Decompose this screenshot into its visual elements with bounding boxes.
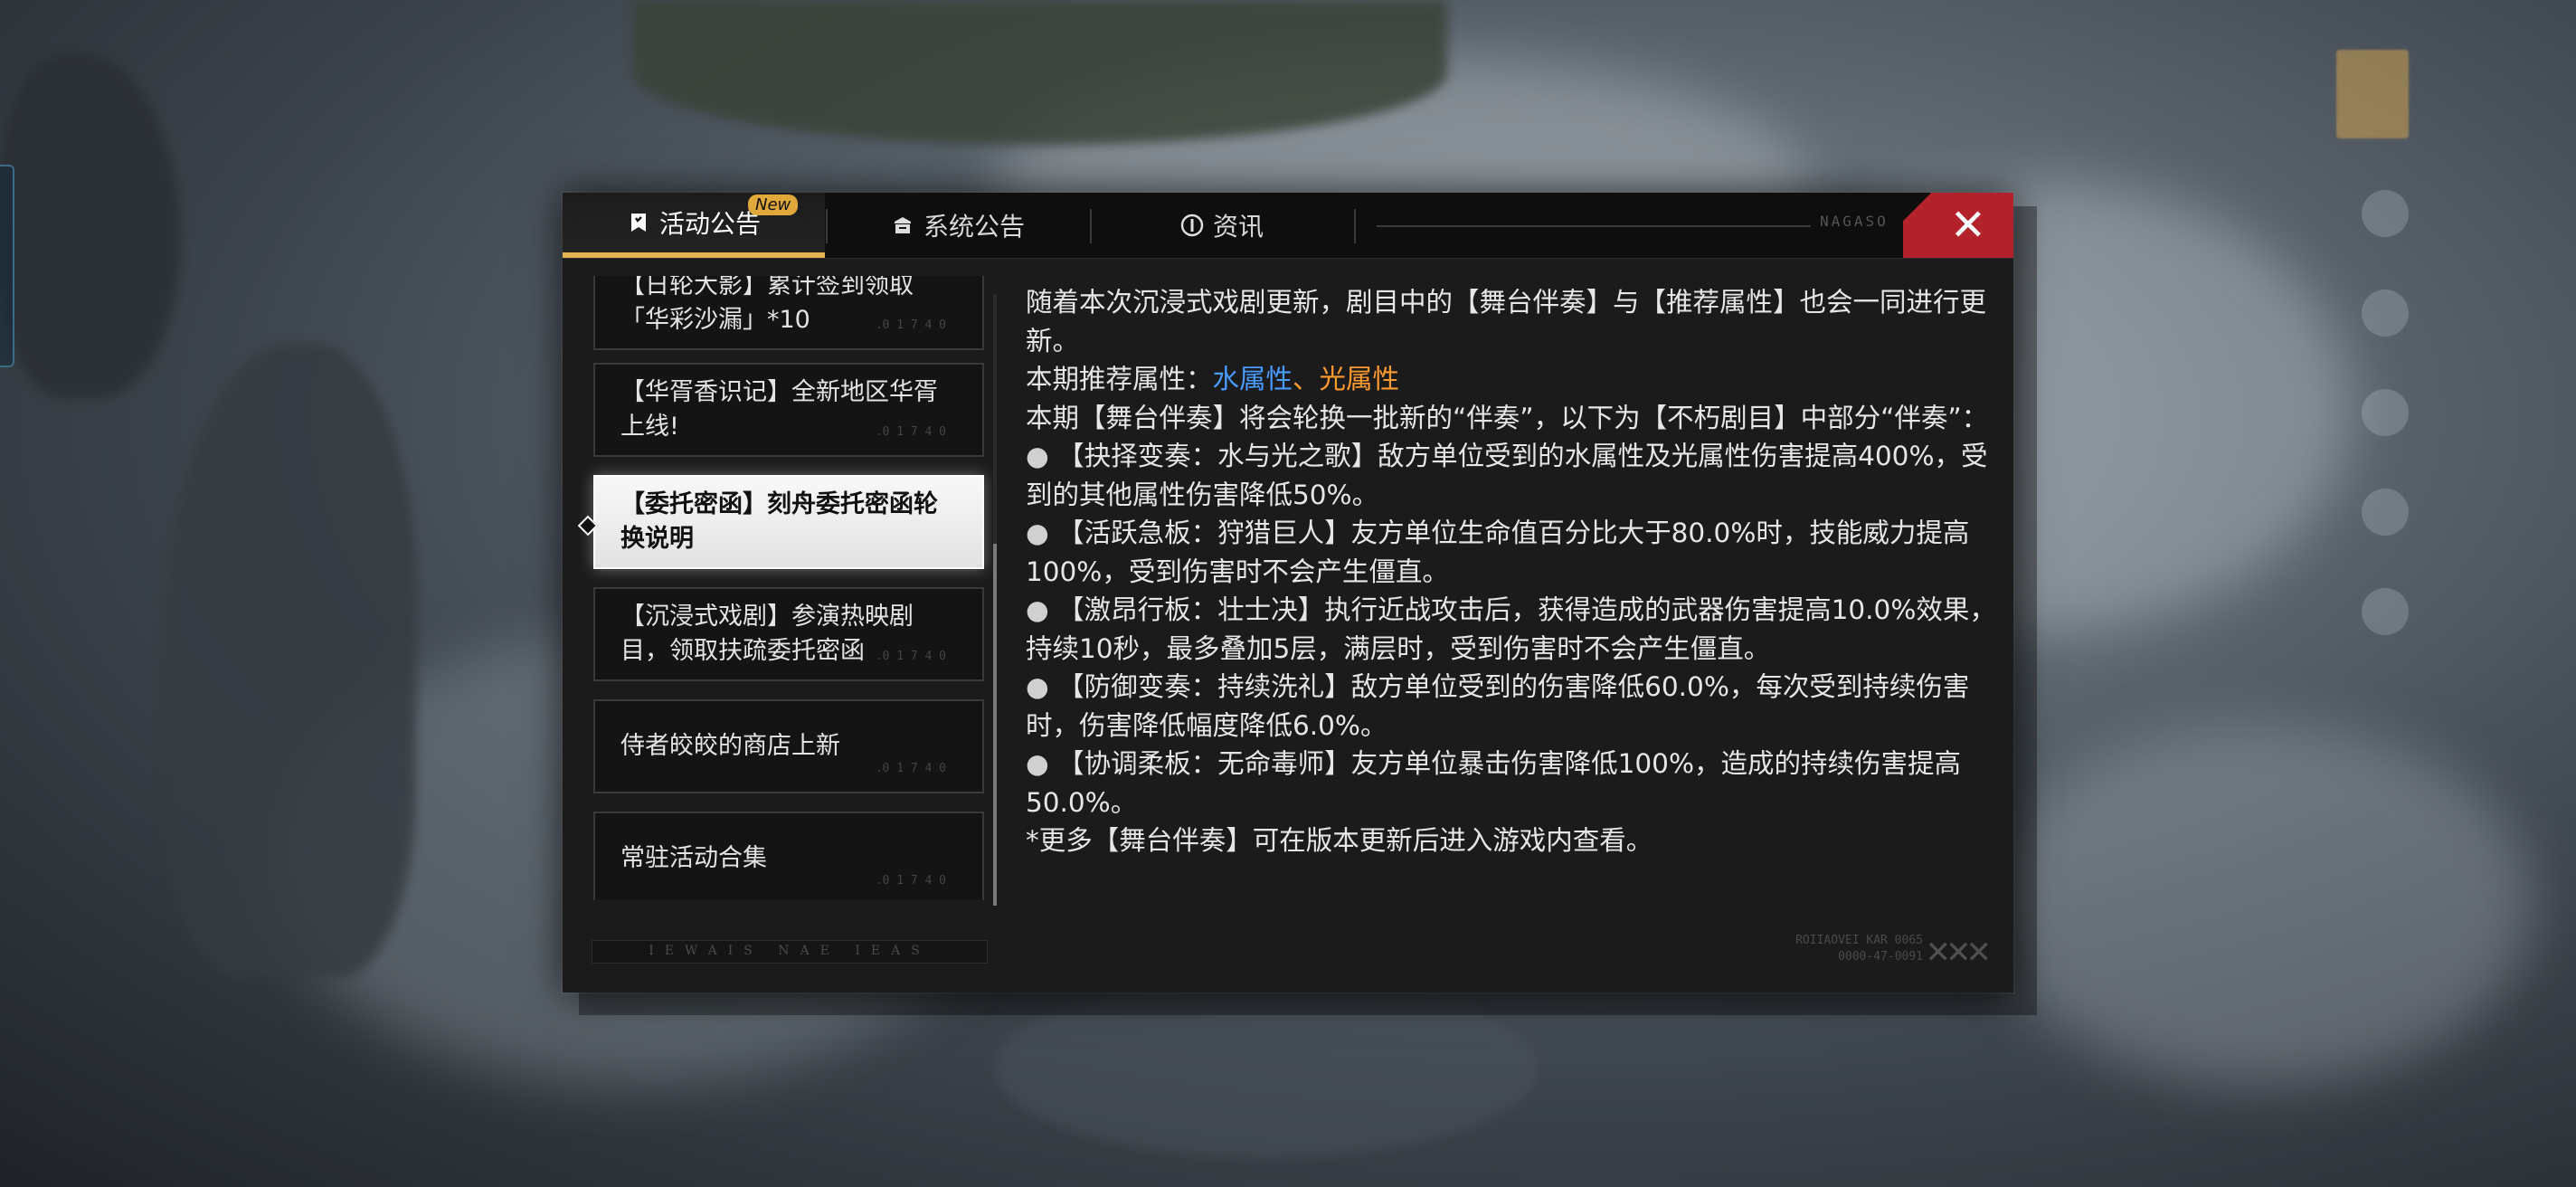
sidebar-footer-deco: IEWAIS NAE IEAS	[592, 940, 988, 964]
dialog-footer-logo: ✕✕✕	[1925, 935, 1993, 971]
tab-event-announcement[interactable]: 活动公告 New	[563, 193, 825, 258]
bullet-item: ● 【防御变奏：持续洗礼】敌方单位受到的伤害降低60.0%，每次受到持续伤害时，…	[1026, 668, 1999, 745]
item-stamp: .0 1 7 4 0	[875, 762, 946, 775]
list-item-title: 侍者皎皎的商店上新	[620, 732, 840, 760]
bullet-icon: ●	[1026, 518, 1049, 548]
content-intro: 随着本次沉浸式戏剧更新，剧目中的【舞台伴奏】与【推荐属性】也会一同进行更新。	[1026, 287, 1987, 356]
bullet-text: 【活跃急板：狩猎巨人】友方单位生命值百分比大于80.0%时，技能威力提高100%…	[1026, 518, 1970, 587]
tab-label: 系统公告	[923, 212, 1025, 242]
bullet-item: ● 【激昂行板：壮士决】执行近战攻击后，获得造成的武器伤害提高10.0%效果，持…	[1026, 591, 1999, 668]
list-item[interactable]: 常驻活动合集 .0 1 7 4 0	[593, 812, 984, 900]
bullet-item: ● 【抉择变奏：水与光之歌】敌方单位受到的水属性及光属性伤害提高400%，受到的…	[1026, 437, 1999, 514]
side-menu-icon	[2362, 389, 2409, 436]
bullet-icon: ●	[1026, 671, 1049, 702]
rotation-text: 本期【舞台伴奏】将会轮换一批新的“伴奏”，以下为【不朽剧目】中部分“伴奏”：	[1026, 402, 1989, 433]
bullet-text: 【激昂行板：壮士决】执行近战攻击后，获得造成的武器伤害提高10.0%效果，持续1…	[1026, 594, 1996, 664]
list-item[interactable]: 【华胥香识记】全新地区华胥上线! .0 1 7 4 0	[593, 363, 984, 457]
announcement-content[interactable]: 随着本次沉浸式戏剧更新，剧目中的【舞台伴奏】与【推荐属性】也会一同进行更新。 本…	[1026, 283, 1999, 951]
list-item-title: 常驻活动合集	[620, 844, 767, 872]
close-button[interactable]: ✕	[1903, 193, 2013, 258]
light-attribute: 光属性	[1319, 364, 1400, 394]
bullet-text: 【协调柔板：无命毒师】友方单位暴击伤害降低100%，造成的持续伤害提高50.0%…	[1026, 748, 1961, 818]
tab-decoration-line	[1377, 225, 1811, 227]
tab-system-announcement[interactable]: 系统公告	[827, 193, 1089, 258]
list-item[interactable]: 【日轮大影】累计签到领取「华彩沙漏」*10 .0 1 7 4 0	[593, 276, 984, 350]
building-icon	[891, 214, 914, 237]
bullet-icon: ●	[1026, 594, 1049, 625]
side-drawer-handle[interactable]	[0, 165, 14, 367]
announcement-dialog: 活动公告 New 系统公告 资讯 NAGASO ✕ 【日轮大影】累计签到领取「华…	[563, 193, 2013, 992]
tab-label: 资讯	[1212, 212, 1264, 242]
bullet-icon: ●	[1026, 441, 1049, 471]
list-item[interactable]: 侍者皎皎的商店上新 .0 1 7 4 0	[593, 699, 984, 793]
bullet-text: 【防御变奏：持续洗礼】敌方单位受到的伤害降低60.0%，每次受到持续伤害时，伤害…	[1026, 671, 1970, 741]
list-item-selected[interactable]: 【委托密函】刻舟委托密函轮换说明	[593, 475, 984, 569]
bullet-icon: ●	[1026, 748, 1049, 779]
bookmark-icon	[627, 211, 650, 234]
new-badge: New	[748, 195, 799, 215]
bullet-item: ● 【协调柔板：无命毒师】友方单位暴击伤害降低100%，造成的持续伤害提高50.…	[1026, 745, 1999, 821]
tab-bar: 活动公告 New 系统公告 资讯 NAGASO ✕	[563, 193, 2013, 259]
rec-label: 本期推荐属性：	[1026, 364, 1213, 394]
water-attribute: 水属性	[1212, 364, 1293, 394]
side-menu-icon	[2362, 190, 2409, 237]
announcement-list[interactable]: 【日轮大影】累计签到领取「华彩沙漏」*10 .0 1 7 4 0 【华胥香识记】…	[581, 276, 992, 900]
dialog-footer-stamp: ROIIAOVEI KAR 0065 0000-47-0091	[1795, 934, 1923, 964]
close-icon: ✕	[1949, 200, 1986, 251]
item-stamp: .0 1 7 4 0	[875, 874, 946, 888]
bullet-item: ● 【活跃急板：狩猎巨人】友方单位生命值百分比大于80.0%时，技能威力提高10…	[1026, 514, 1999, 591]
list-item-title: 【委托密函】刻舟委托密函轮换说明	[620, 490, 938, 553]
side-event-icon	[2336, 50, 2409, 138]
bullet-text: 【抉择变奏：水与光之歌】敌方单位受到的水属性及光属性伤害提高400%，受到的其他…	[1026, 441, 1988, 510]
recommended-attributes: 本期推荐属性：水属性、光属性	[1026, 360, 1999, 399]
item-stamp: .0 1 7 4 0	[875, 425, 946, 439]
tab-news[interactable]: 资讯	[1091, 193, 1353, 258]
item-stamp: .0 1 7 4 0	[875, 318, 946, 332]
list-item[interactable]: 【沉浸式戏剧】参演热映剧目，领取扶疏委托密函 .0 1 7 4 0	[593, 587, 984, 681]
info-icon	[1180, 214, 1204, 237]
more-note: *更多【舞台伴奏】可在版本更新后进入游戏内查看。	[1026, 825, 1653, 856]
side-menu-icon	[2362, 489, 2409, 536]
tab-decoration-text: NAGASO	[1820, 213, 1889, 230]
item-stamp: .0 1 7 4 0	[875, 650, 946, 663]
tab-label: 活动公告	[658, 209, 761, 239]
side-menu-icon	[2362, 290, 2409, 337]
rec-separator: 、	[1293, 364, 1320, 394]
side-menu-icon	[2362, 588, 2409, 635]
list-scrollbar-thumb[interactable]	[993, 544, 997, 906]
